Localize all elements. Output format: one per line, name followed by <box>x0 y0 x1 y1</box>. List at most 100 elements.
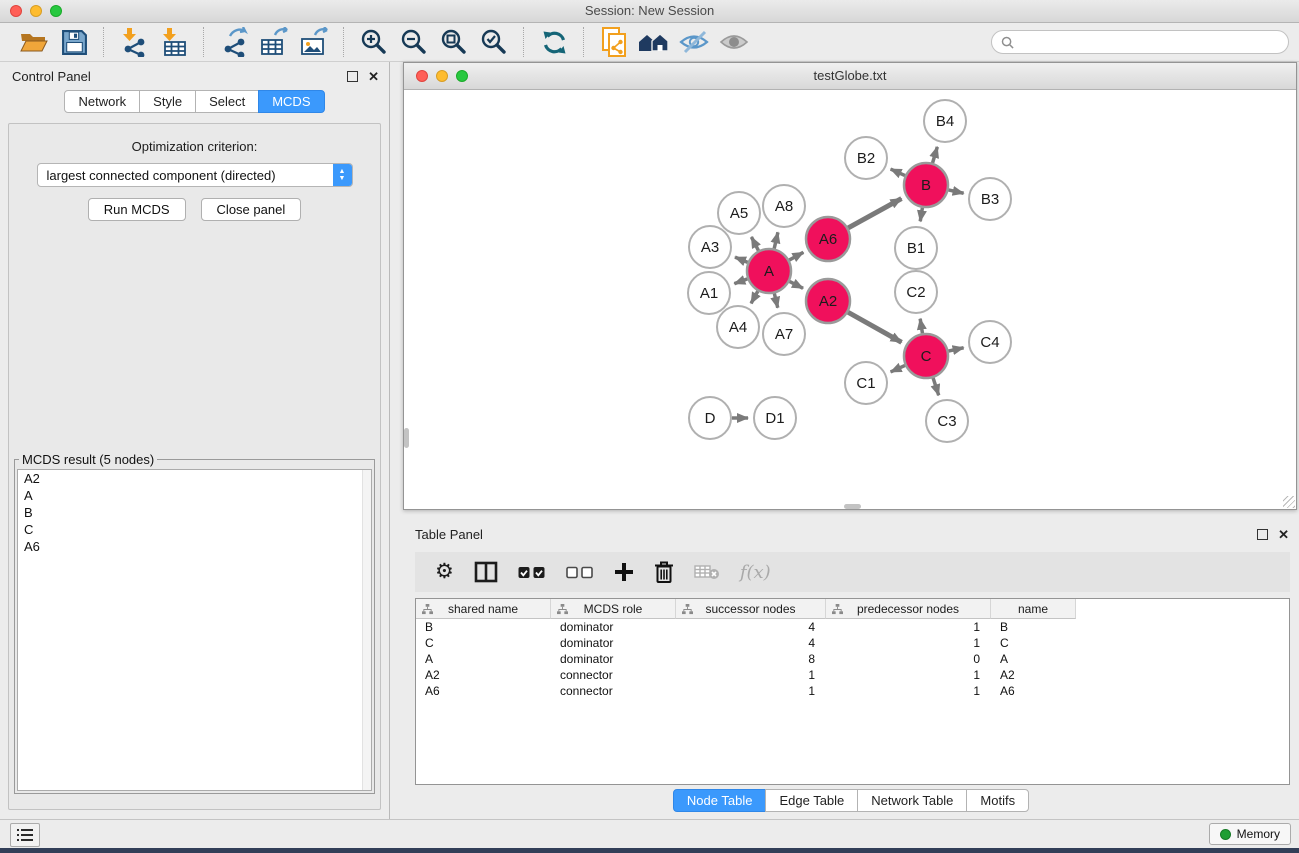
graph-node-B1[interactable]: B1 <box>895 227 937 269</box>
graph-node-C[interactable]: C <box>904 334 948 378</box>
graph-node-D[interactable]: D <box>689 397 731 439</box>
column-header-name[interactable]: name <box>991 599 1076 619</box>
network-vscroll-thumb[interactable] <box>404 428 409 448</box>
cell-shared-name[interactable]: C <box>416 636 551 650</box>
edge-A-A2[interactable] <box>790 281 804 288</box>
cell-predecessor-nodes[interactable]: 0 <box>826 652 991 666</box>
mcds-result-item[interactable]: A6 <box>18 538 371 555</box>
graph-node-C4[interactable]: C4 <box>969 321 1011 363</box>
zoom-in-icon[interactable] <box>354 26 394 58</box>
export-table-icon[interactable] <box>254 26 294 58</box>
memory-button[interactable]: Memory <box>1209 823 1291 845</box>
cell-shared-name[interactable]: A2 <box>416 668 551 682</box>
first-neighbors-icon[interactable] <box>634 26 674 58</box>
tab-motifs[interactable]: Motifs <box>966 789 1029 812</box>
edge-A-A4[interactable] <box>751 291 758 303</box>
node-table[interactable]: shared nameMCDS rolesuccessor nodesprede… <box>415 598 1290 785</box>
column-header-successor-nodes[interactable]: successor nodes <box>676 599 826 619</box>
graph-node-A2[interactable]: A2 <box>806 279 850 323</box>
cell-successor-nodes[interactable]: 1 <box>676 684 826 698</box>
show-all-icon[interactable] <box>714 26 754 58</box>
column-sort-icon[interactable] <box>557 604 568 615</box>
graph-node-A3[interactable]: A3 <box>689 226 731 268</box>
edge-A-A1[interactable] <box>734 279 747 284</box>
edge-B-B1[interactable] <box>920 208 922 222</box>
tab-mcds[interactable]: MCDS <box>258 90 324 113</box>
mcds-result-item[interactable]: A <box>18 487 371 504</box>
cell-MCDS-role[interactable]: dominator <box>551 636 676 650</box>
tab-network-table[interactable]: Network Table <box>857 789 967 812</box>
graph-node-C2[interactable]: C2 <box>895 271 937 313</box>
column-settings-icon[interactable]: ⚙ <box>435 557 454 587</box>
cell-MCDS-role[interactable]: dominator <box>551 620 676 634</box>
cell-name[interactable]: A2 <box>991 668 1076 682</box>
network-canvas[interactable]: B4B2BB3A8A5A6A3B1AC2A1A2A4A7C4CC1DD1C3 <box>404 90 1296 509</box>
column-header-predecessor-nodes[interactable]: predecessor nodes <box>826 599 991 619</box>
tab-edge-table[interactable]: Edge Table <box>765 789 858 812</box>
graph-node-B[interactable]: B <box>904 163 948 207</box>
run-mcds-button[interactable]: Run MCDS <box>88 198 186 221</box>
graph-node-A8[interactable]: A8 <box>763 185 805 227</box>
cell-successor-nodes[interactable]: 4 <box>676 620 826 634</box>
edge-A-A6[interactable] <box>789 252 803 260</box>
cell-successor-nodes[interactable]: 4 <box>676 636 826 650</box>
cell-MCDS-role[interactable]: connector <box>551 684 676 698</box>
graph-node-A5[interactable]: A5 <box>718 192 760 234</box>
cell-shared-name[interactable]: B <box>416 620 551 634</box>
edge-C-C2[interactable] <box>920 319 922 334</box>
cell-predecessor-nodes[interactable]: 1 <box>826 684 991 698</box>
graph-node-A7[interactable]: A7 <box>763 313 805 355</box>
edge-A2-C[interactable] <box>848 312 902 342</box>
zoom-out-icon[interactable] <box>394 26 434 58</box>
edge-A6-B[interactable] <box>848 199 901 228</box>
tab-network[interactable]: Network <box>64 90 140 113</box>
cell-shared-name[interactable]: A <box>416 652 551 666</box>
optimization-criterion-select[interactable]: largest connected component (directed) ▲… <box>37 163 353 187</box>
search-field[interactable] <box>991 30 1289 54</box>
edge-A-A3[interactable] <box>735 257 748 262</box>
float-table-panel-icon[interactable] <box>1257 529 1268 540</box>
cell-name[interactable]: B <box>991 620 1076 634</box>
result-scrollbar[interactable] <box>362 470 371 790</box>
zoom-fit-icon[interactable] <box>434 26 474 58</box>
graph-node-B3[interactable]: B3 <box>969 178 1011 220</box>
export-network-icon[interactable] <box>214 26 254 58</box>
export-image-icon[interactable] <box>294 26 334 58</box>
cell-MCDS-role[interactable]: dominator <box>551 652 676 666</box>
zoom-selected-icon[interactable] <box>474 26 514 58</box>
network-graph[interactable]: B4B2BB3A8A5A6A3B1AC2A1A2A4A7C4CC1DD1C3 <box>404 90 1296 509</box>
graph-node-B2[interactable]: B2 <box>845 137 887 179</box>
table-row[interactable]: Adominator80A <box>416 651 1289 667</box>
tab-select[interactable]: Select <box>195 90 259 113</box>
edge-B-B3[interactable] <box>948 190 963 193</box>
table-row[interactable]: Cdominator41C <box>416 635 1289 651</box>
close-table-panel-icon[interactable]: ✕ <box>1278 530 1289 539</box>
open-session-icon[interactable] <box>14 26 54 58</box>
graph-node-A[interactable]: A <box>747 249 791 293</box>
table-row[interactable]: A6connector11A6 <box>416 683 1289 699</box>
cell-MCDS-role[interactable]: connector <box>551 668 676 682</box>
search-input[interactable] <box>1019 34 1279 50</box>
edge-A-A7[interactable] <box>774 293 777 307</box>
graph-node-A4[interactable]: A4 <box>717 306 759 348</box>
tab-node-table[interactable]: Node Table <box>673 789 767 812</box>
show-column-icon[interactable] <box>474 557 498 587</box>
delete-row-icon[interactable] <box>654 557 674 587</box>
edge-C-C4[interactable] <box>948 348 963 351</box>
cell-predecessor-nodes[interactable]: 1 <box>826 668 991 682</box>
column-sort-icon[interactable] <box>682 604 693 615</box>
cell-name[interactable]: C <box>991 636 1076 650</box>
mcds-result-item[interactable]: B <box>18 504 371 521</box>
edge-C-C1[interactable] <box>891 365 905 371</box>
network-hscroll-thumb[interactable] <box>844 504 861 509</box>
graph-node-D1[interactable]: D1 <box>754 397 796 439</box>
close-panel-button[interactable]: Close panel <box>201 198 302 221</box>
network-window-titlebar[interactable]: testGlobe.txt <box>404 63 1296 90</box>
clone-network-icon[interactable] <box>594 26 634 58</box>
graph-node-B4[interactable]: B4 <box>924 100 966 142</box>
column-sort-icon[interactable] <box>422 604 433 615</box>
tab-style[interactable]: Style <box>139 90 196 113</box>
edge-B-B4[interactable] <box>933 147 938 163</box>
add-row-icon[interactable] <box>614 557 634 587</box>
table-row[interactable]: A2connector11A2 <box>416 667 1289 683</box>
